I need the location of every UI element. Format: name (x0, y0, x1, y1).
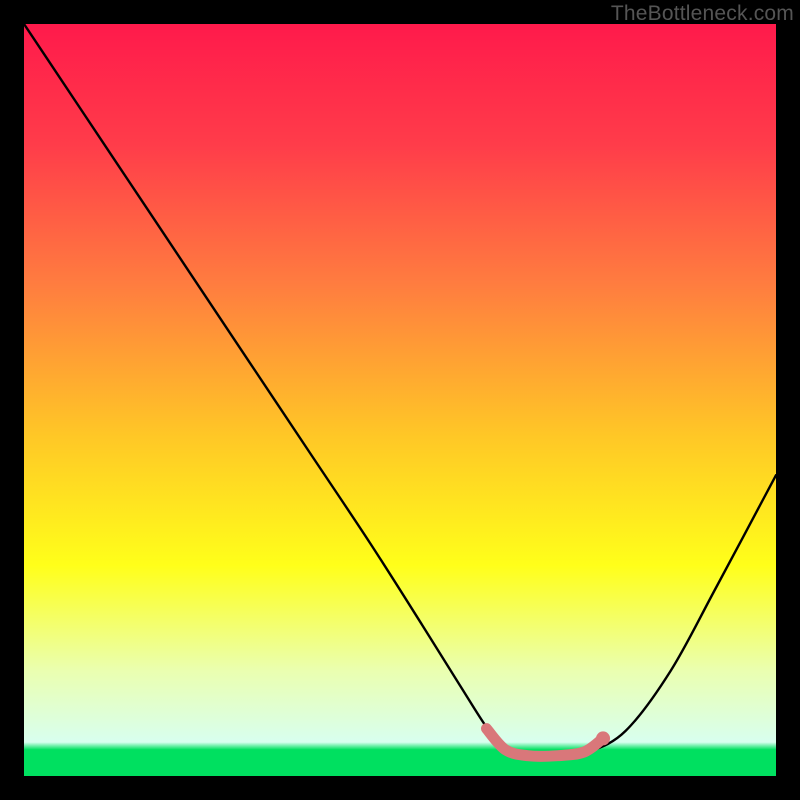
watermark: TheBottleneck.com (611, 2, 794, 26)
bottleneck-chart (24, 24, 776, 776)
optimal-end-marker (596, 731, 610, 745)
optimal-start-marker (481, 724, 491, 734)
plot-background (24, 24, 776, 776)
chart-container (24, 24, 776, 776)
